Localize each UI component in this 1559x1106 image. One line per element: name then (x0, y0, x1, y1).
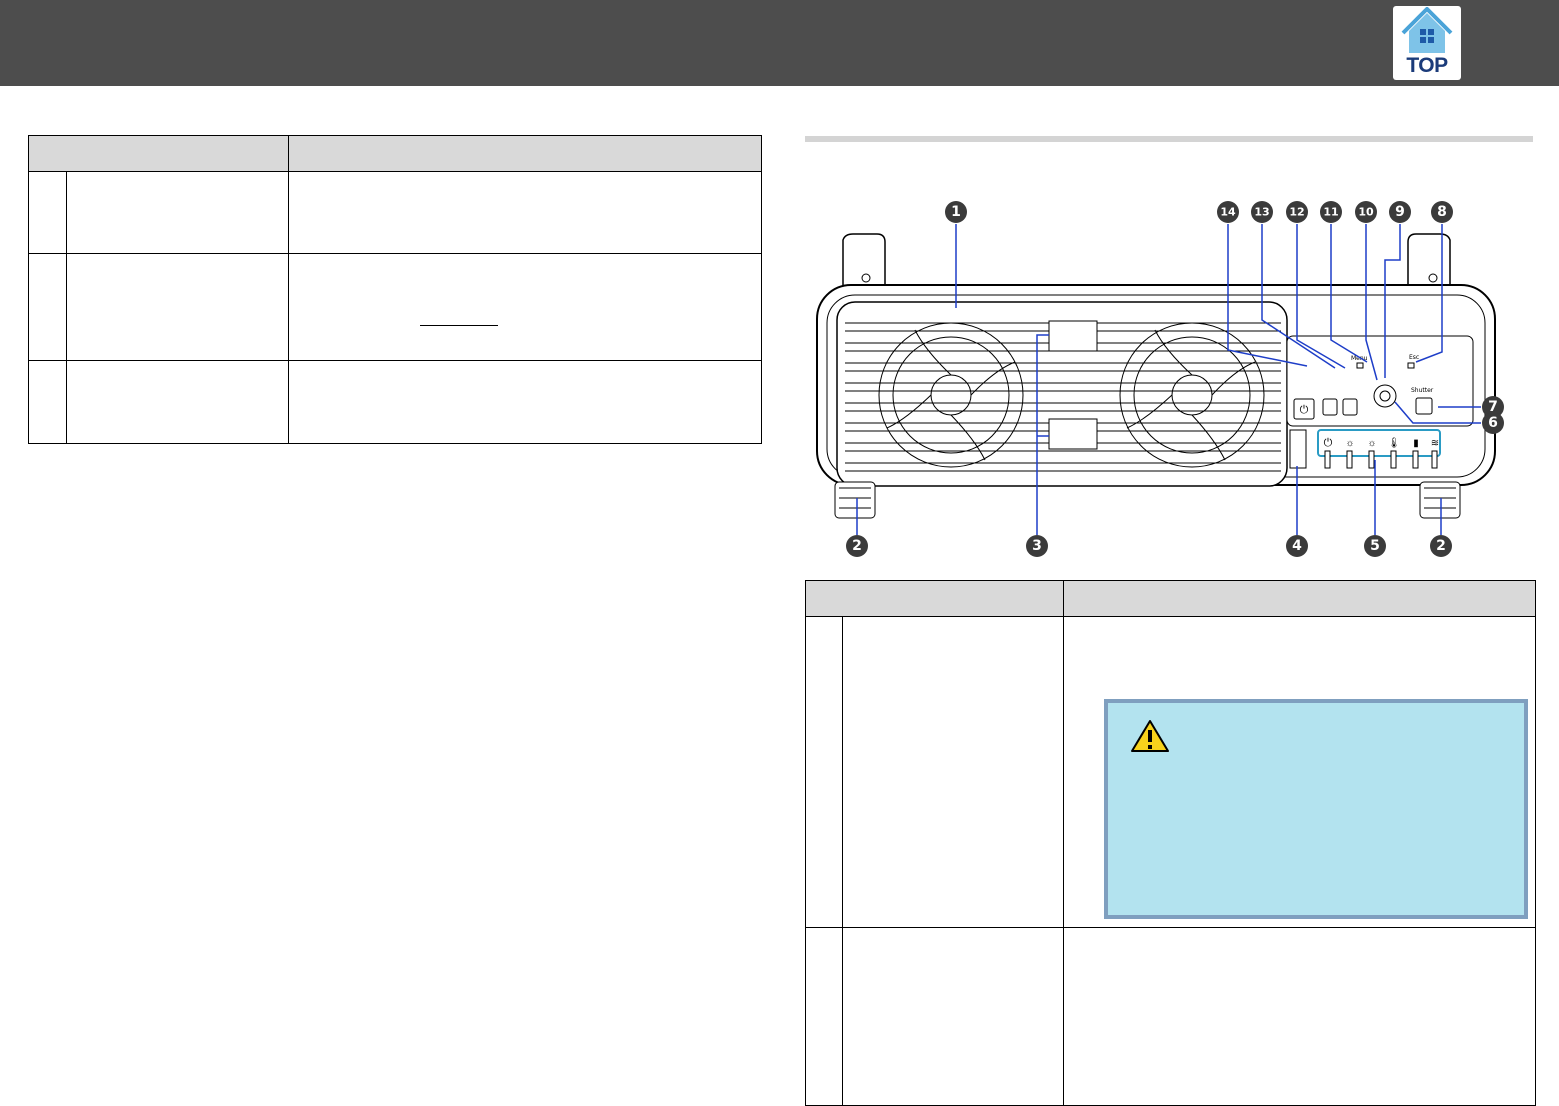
function-cell (288, 360, 762, 444)
callout-2-left: 2 (846, 535, 868, 557)
function-header-cell (1063, 580, 1536, 617)
header-bar: TOP (0, 0, 1559, 86)
table-header-row (28, 135, 762, 172)
svg-text:2: 2 (852, 538, 862, 554)
svg-text:10: 10 (1358, 206, 1374, 219)
number-cell (28, 171, 67, 254)
callout-13: 13 (1251, 201, 1273, 223)
svg-text:⏻: ⏻ (1300, 403, 1309, 416)
callout-1: 1 (945, 201, 967, 223)
warning-icon (1130, 719, 1170, 758)
table-row (28, 253, 762, 361)
caution-box (1104, 699, 1528, 919)
callout-3: 3 (1026, 535, 1048, 557)
callout-4: 4 (1286, 535, 1308, 557)
callout-9: 9 (1389, 201, 1411, 223)
svg-text:2: 2 (1436, 538, 1446, 554)
svg-text:13: 13 (1254, 206, 1269, 219)
name-cell (66, 171, 289, 254)
left-parts-table (28, 135, 762, 444)
svg-text:☼: ☼ (1367, 438, 1376, 449)
callout-14: 14 (1217, 201, 1239, 223)
number-cell (805, 927, 843, 1106)
function-cell (288, 253, 762, 361)
function-cell (288, 171, 762, 254)
svg-text:6: 6 (1488, 415, 1498, 431)
svg-text:☼: ☼ (1345, 438, 1354, 449)
name-header-cell (805, 580, 1064, 617)
shutter-button-label: Shutter (1411, 387, 1434, 394)
svg-text:▮: ▮ (1413, 438, 1419, 449)
svg-text:12: 12 (1289, 206, 1304, 219)
table-row (805, 927, 1536, 1106)
top-link[interactable]: TOP (1393, 6, 1461, 80)
callout-2-right: 2 (1430, 535, 1452, 557)
svg-text:14: 14 (1220, 206, 1236, 219)
callout-8: 8 (1431, 201, 1453, 223)
name-cell (66, 253, 289, 361)
number-cell (28, 360, 67, 444)
name-header-cell (28, 135, 289, 172)
svg-text:≋: ≋ (1431, 438, 1439, 449)
callout-10: 10 (1355, 201, 1377, 223)
table-header-row (805, 580, 1536, 617)
callout-12: 12 (1286, 201, 1308, 223)
glossary-link-underline[interactable] (420, 325, 498, 326)
home-icon (1393, 6, 1461, 58)
table-row (28, 360, 762, 444)
section-heading-rule (805, 136, 1533, 142)
function-cell (1063, 927, 1536, 1106)
table-row (28, 171, 762, 254)
esc-button-label: Esc (1409, 354, 1419, 361)
number-cell (805, 616, 843, 928)
svg-text:4: 4 (1292, 538, 1302, 554)
name-cell (842, 616, 1064, 928)
name-cell (66, 360, 289, 444)
svg-text:⏻: ⏻ (1324, 437, 1333, 449)
callout-5: 5 (1364, 535, 1386, 557)
function-header-cell (288, 135, 762, 172)
svg-text:1: 1 (951, 204, 961, 220)
name-cell (842, 927, 1064, 1106)
top-logo-text: TOP (1406, 54, 1448, 77)
svg-text:9: 9 (1395, 204, 1405, 220)
number-cell (28, 253, 67, 361)
svg-text:3: 3 (1032, 538, 1042, 554)
callout-6: 6 (1482, 412, 1504, 434)
callout-11: 11 (1320, 201, 1342, 223)
projector-front-diagram: ⏻ Menu Esc Shutter ⏻ ☼ ☼ 🌡 ▮ ≋ 1 14 13 1… (805, 190, 1545, 570)
svg-text:8: 8 (1437, 204, 1447, 220)
svg-text:11: 11 (1323, 206, 1338, 219)
svg-text:5: 5 (1370, 538, 1380, 554)
svg-text:🌡: 🌡 (1388, 437, 1401, 449)
